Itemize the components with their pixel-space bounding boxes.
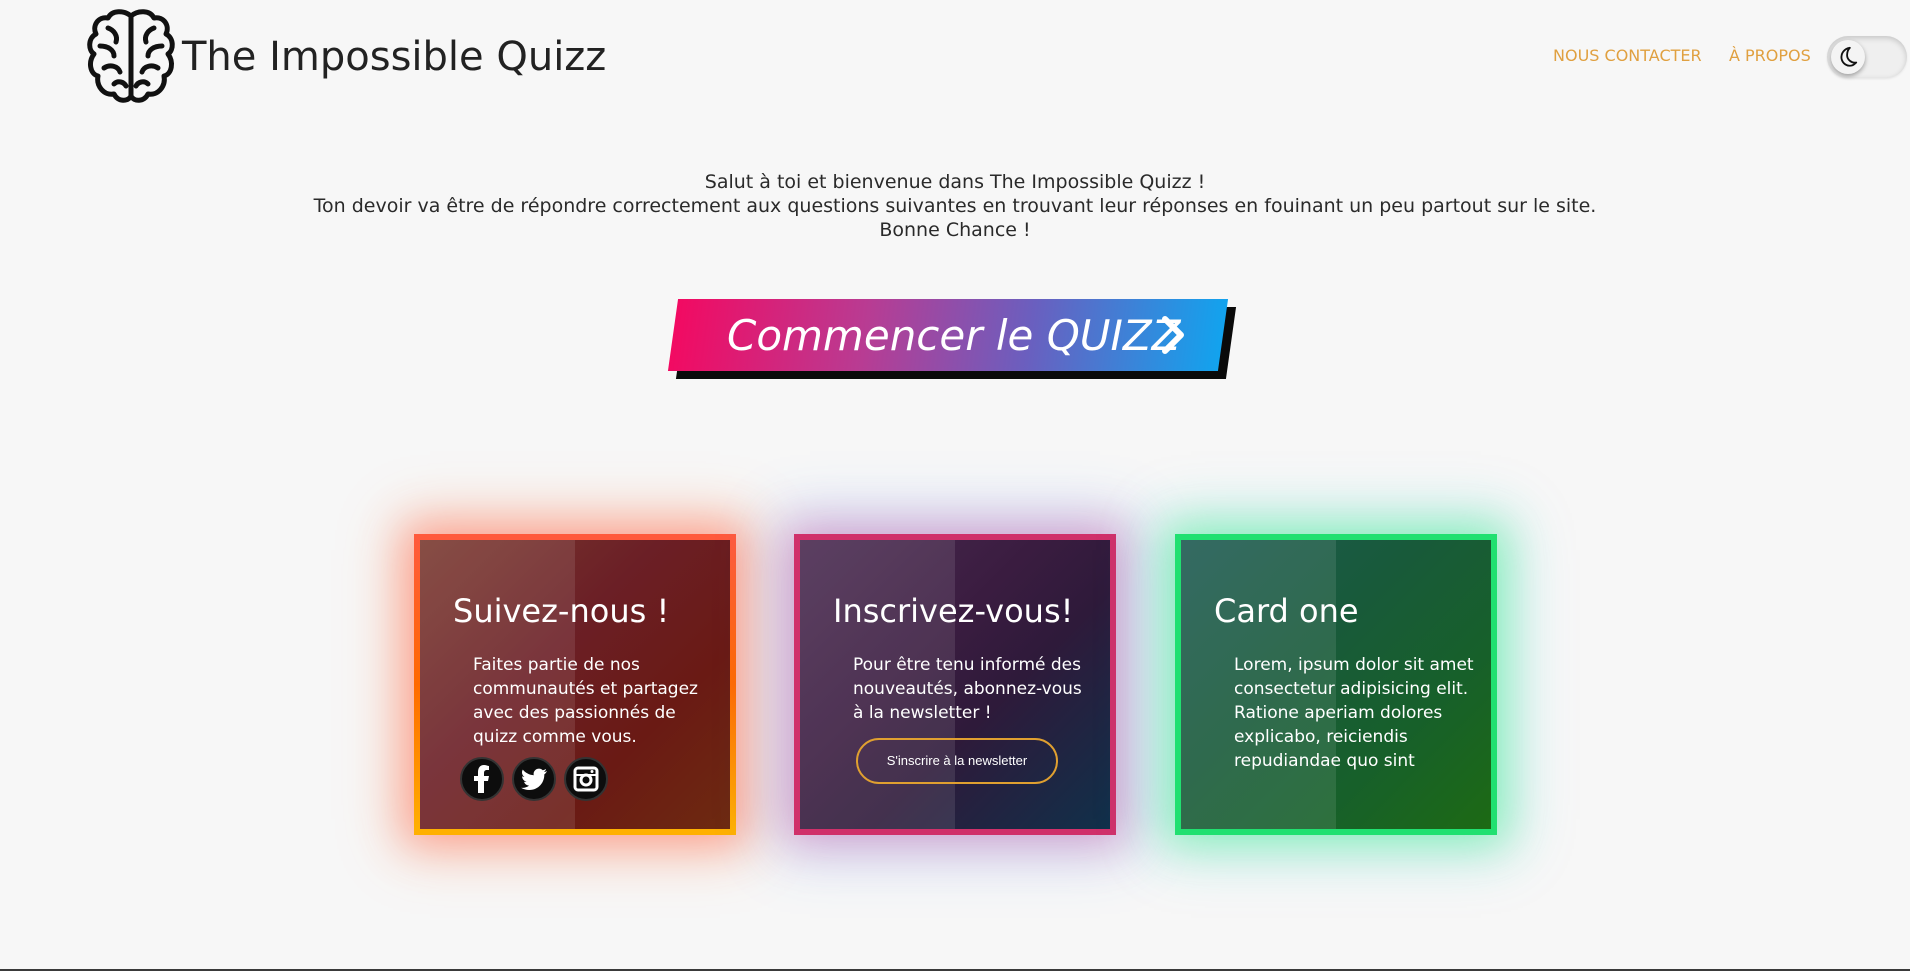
- moon-icon: [1840, 46, 1858, 67]
- toggle-knob: [1831, 40, 1865, 74]
- intro-line-1: Salut à toi et bienvenue dans The Imposs…: [704, 171, 1206, 193]
- start-quiz-wrapper: Commencer le QUIZZ: [667, 299, 1243, 381]
- card-one: Card one Lorem, ipsum dolor sit amet con…: [1175, 534, 1497, 835]
- facebook-icon[interactable]: [460, 757, 504, 801]
- intro-line-2: Ton devoir va être de répondre correctem…: [313, 195, 1597, 217]
- card-text: Lorem, ipsum dolor sit amet consectetur …: [1234, 655, 1474, 771]
- newsletter-subscribe-button[interactable]: S'inscrire à la newsletter: [856, 738, 1058, 784]
- twitter-icon[interactable]: [512, 757, 556, 801]
- card-subscribe: Inscrivez-vous! Pour être tenu informé d…: [794, 534, 1116, 835]
- card-title: Card one: [1214, 592, 1359, 630]
- chevron-right-icon: [1162, 316, 1184, 354]
- header: The Impossible Quizz NOUS CONTACTER À PR…: [0, 0, 1910, 120]
- card-text: Pour être tenu informé des nouveautés, a…: [853, 655, 1082, 723]
- site-title[interactable]: The Impossible Quizz: [182, 34, 606, 80]
- card-title: Inscrivez-vous!: [833, 592, 1074, 630]
- start-quiz-label: Commencer le QUIZZ: [727, 311, 1181, 360]
- theme-toggle[interactable]: [1827, 36, 1907, 78]
- nav-contact-link[interactable]: NOUS CONTACTER: [1553, 46, 1702, 65]
- instagram-icon[interactable]: [564, 757, 608, 801]
- card-text: Faites partie de nos communautés et part…: [473, 655, 698, 747]
- intro-line-3: Bonne Chance !: [879, 219, 1031, 241]
- card-follow-us: Suivez-nous ! Faites partie de nos commu…: [414, 534, 736, 835]
- nav-about-link[interactable]: À PROPOS: [1729, 46, 1811, 65]
- intro-text: Salut à toi et bienvenue dans The Imposs…: [0, 170, 1910, 242]
- page-root: The Impossible Quizz NOUS CONTACTER À PR…: [0, 0, 1910, 971]
- card-title: Suivez-nous !: [453, 592, 670, 630]
- brain-icon[interactable]: [84, 6, 178, 108]
